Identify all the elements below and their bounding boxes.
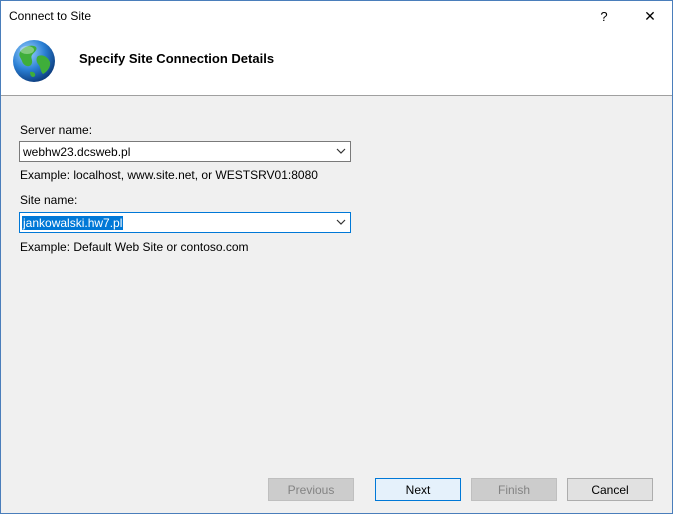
server-name-example: Example: localhost, www.site.net, or WES… <box>20 168 318 182</box>
wizard-header: Specify Site Connection Details <box>1 32 672 96</box>
window-title: Connect to Site <box>9 9 92 23</box>
next-button[interactable]: Next <box>375 478 461 501</box>
page-title: Specify Site Connection Details <box>79 51 275 66</box>
previous-button[interactable]: Previous <box>268 478 354 501</box>
title-bar: Connect to Site ? ✕ <box>1 1 672 32</box>
cancel-button[interactable]: Cancel <box>567 478 653 501</box>
server-name-combobox[interactable]: webhw23.dcsweb.pl <box>19 141 351 162</box>
server-name-label: Server name: <box>20 123 93 137</box>
globe-icon <box>13 40 55 82</box>
finish-button[interactable]: Finish <box>471 478 557 501</box>
help-button[interactable]: ? <box>589 1 619 32</box>
chevron-down-icon[interactable] <box>336 218 346 226</box>
site-name-combobox[interactable]: jankowalski.hw7.pl <box>19 212 351 233</box>
close-button[interactable]: ✕ <box>633 1 667 32</box>
server-name-value: webhw23.dcsweb.pl <box>23 145 131 159</box>
connect-to-site-dialog: Connect to Site ? ✕ Specify Site Connect… <box>0 0 673 514</box>
site-name-example: Example: Default Web Site or contoso.com <box>20 240 249 254</box>
chevron-down-icon[interactable] <box>336 147 346 155</box>
site-name-value: jankowalski.hw7.pl <box>22 216 124 230</box>
site-name-label: Site name: <box>20 193 78 207</box>
